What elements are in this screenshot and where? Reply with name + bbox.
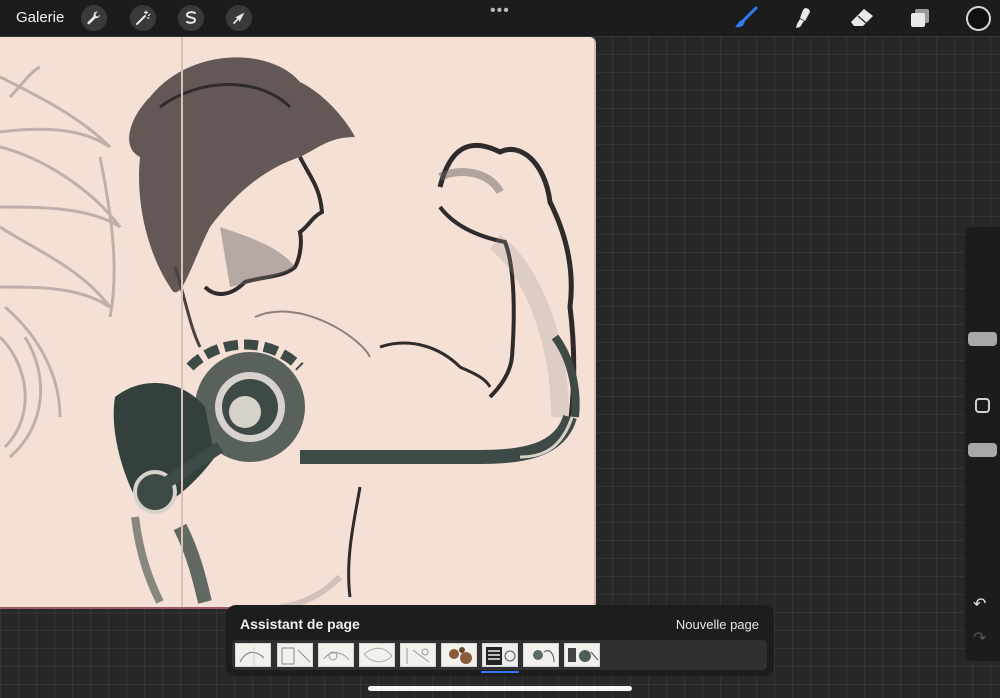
page-thumbnail[interactable]	[235, 643, 271, 667]
page-thumbnail[interactable]	[564, 643, 600, 667]
selection-icon[interactable]	[178, 5, 204, 31]
brush-size-slider[interactable]	[965, 235, 1000, 375]
active-page-indicator	[481, 671, 519, 673]
color-picker-swatch[interactable]	[966, 6, 991, 31]
page-thumbnail[interactable]	[318, 643, 354, 667]
modify-square-icon[interactable]	[975, 398, 990, 413]
new-page-button[interactable]: Nouvelle page	[676, 617, 759, 632]
gallery-button[interactable]: Galerie	[16, 9, 64, 26]
page-assistant-panel: Assistant de page Nouvelle page	[226, 605, 774, 676]
home-indicator[interactable]	[368, 686, 632, 691]
top-toolbar: Galerie •••	[0, 0, 1000, 36]
artwork-sketch	[0, 37, 580, 607]
transform-arrow-icon[interactable]	[226, 5, 252, 31]
page-thumbnail[interactable]	[441, 643, 477, 667]
page-assistant-title: Assistant de page	[240, 616, 360, 632]
redo-icon[interactable]: ↷	[973, 628, 986, 648]
page-thumbnail[interactable]	[523, 643, 559, 667]
eraser-icon[interactable]	[848, 5, 876, 31]
page-thumbnail[interactable]	[359, 643, 395, 667]
brush-size-handle[interactable]	[968, 332, 997, 346]
undo-icon[interactable]: ↶	[973, 594, 986, 614]
page-thumbnail[interactable]	[277, 643, 313, 667]
opacity-slider[interactable]	[965, 432, 1000, 582]
brush-sidebar: ↶ ↷	[965, 227, 1000, 661]
page-thumbnail-strip	[232, 640, 767, 670]
opacity-handle[interactable]	[968, 443, 997, 457]
page-thumbnail-active[interactable]	[482, 643, 518, 667]
page-thumbnail[interactable]	[400, 643, 436, 667]
wrench-icon[interactable]	[81, 5, 107, 31]
magic-wand-icon[interactable]	[130, 5, 156, 31]
layers-icon[interactable]	[906, 5, 934, 31]
brush-icon[interactable]	[732, 5, 760, 31]
smudge-icon[interactable]	[789, 5, 817, 31]
drawing-canvas[interactable]	[0, 37, 596, 609]
more-options-icon[interactable]: •••	[490, 2, 510, 20]
